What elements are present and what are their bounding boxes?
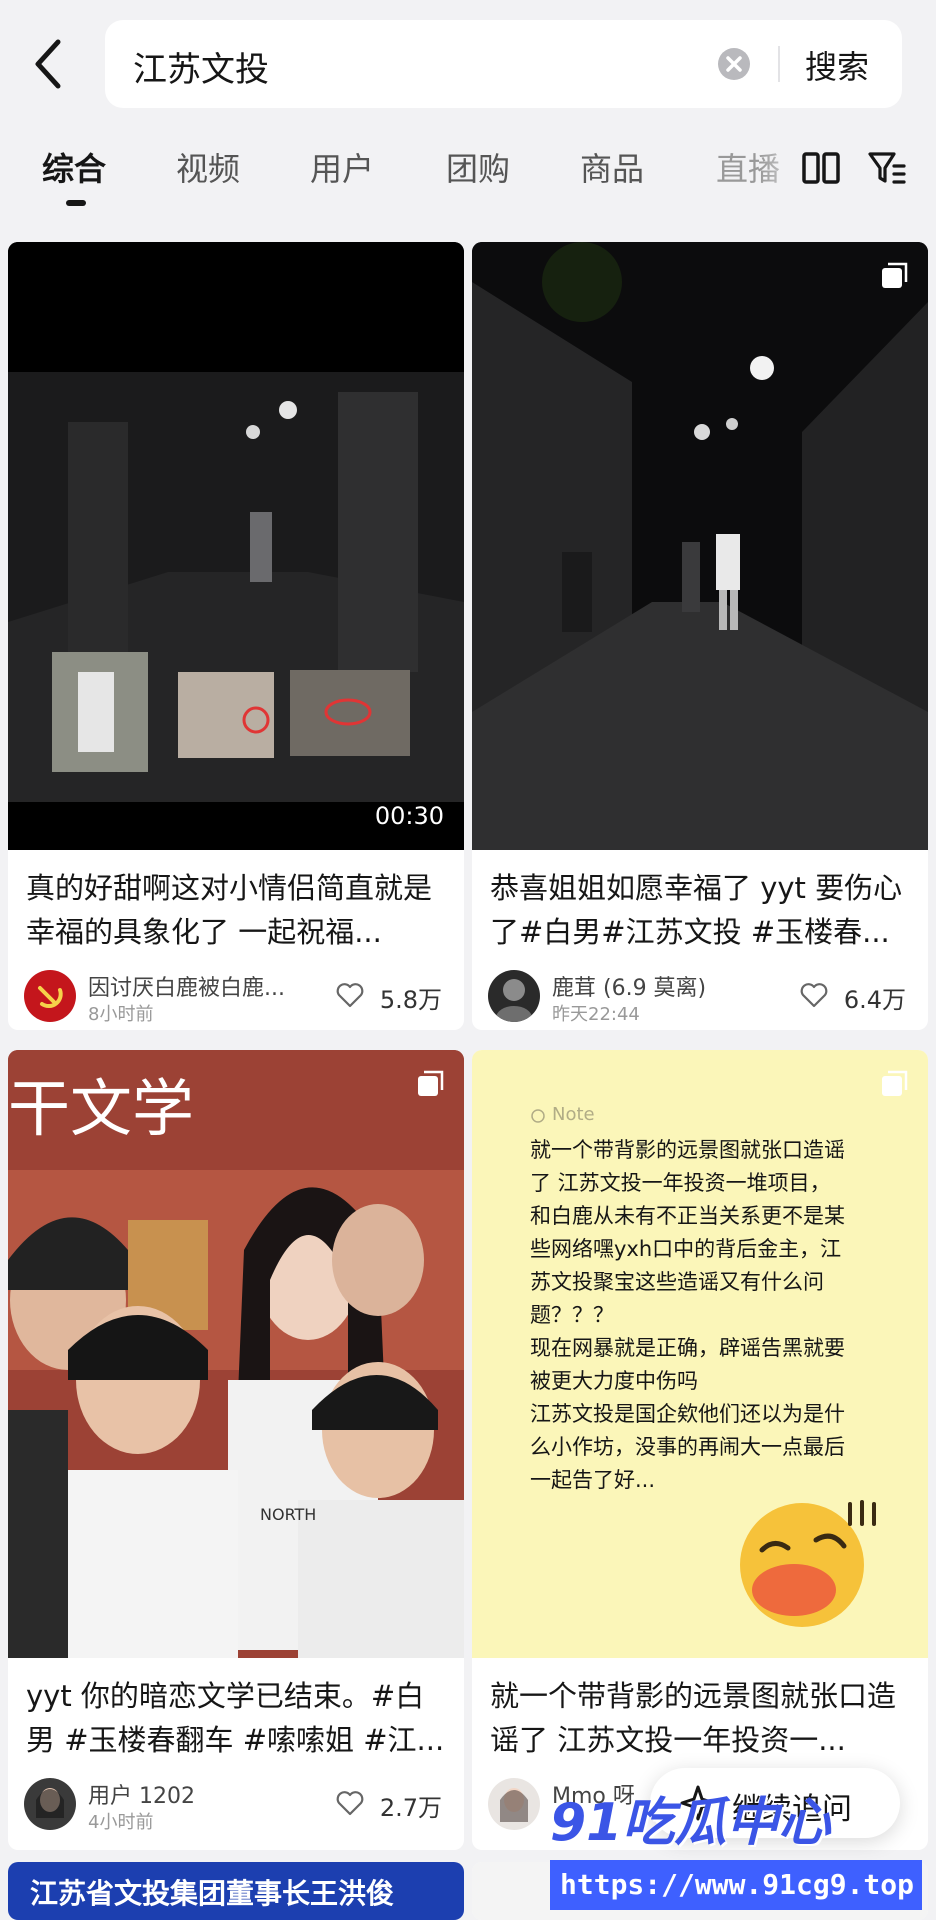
result-card[interactable]: 00:30 真的好甜啊这对小情侣简直就是幸福的具象化了 一起祝福... 因讨厌白… bbox=[8, 242, 464, 1030]
watermark-url: https://www.91cg9.top bbox=[550, 1860, 922, 1910]
like-count: 5.8万 bbox=[379, 986, 442, 1014]
active-tab-indicator bbox=[66, 200, 86, 206]
avatar-image bbox=[36, 1788, 64, 1818]
note-line: 苏文投聚宝这些造谣又有什么问 bbox=[530, 1270, 824, 1294]
note-line: 江苏文投是国企欸他们还以为是什 bbox=[530, 1402, 845, 1426]
result-card[interactable]: Note 就一个带背影的远景图就张口造谣 了 江苏文投一年投资一堆项目， 和白鹿… bbox=[472, 1050, 928, 1850]
card-caption[interactable]: yyt 你的暗恋文学已结束。#白男 #玉楼春翻车 #嗦嗦姐 #江... bbox=[26, 1674, 446, 1762]
duck-emoji-icon bbox=[740, 1500, 876, 1627]
note-body: 就一个带背影的远景图就张口造谣 了 江苏文投一年投资一堆项目， 和白鹿从未有不正… bbox=[530, 1134, 870, 1497]
note-line: 些网络嘿yxh口中的背后金主，江 bbox=[530, 1237, 842, 1261]
author-name[interactable]: 用户 1202 bbox=[88, 1778, 195, 1810]
card-caption[interactable]: 就一个带背影的远景图就张口造谣了 江苏文投一年投资一... bbox=[490, 1674, 910, 1762]
multi-image-icon bbox=[882, 1070, 908, 1096]
banner-text: 干文学 bbox=[8, 1072, 194, 1145]
night-alley-photo bbox=[472, 242, 928, 850]
avatar[interactable] bbox=[488, 1778, 540, 1830]
multi-image-icon bbox=[882, 262, 908, 288]
search-box[interactable]: 江苏文投 搜索 bbox=[105, 20, 902, 108]
back-arrow-icon[interactable] bbox=[28, 34, 72, 94]
card-meta: 用户 1202 4小时前 2.7万 bbox=[24, 1778, 448, 1834]
heart-icon[interactable] bbox=[336, 1790, 364, 1816]
filter-icon[interactable] bbox=[866, 148, 908, 188]
tab-comprehensive[interactable]: 综合 bbox=[42, 144, 106, 190]
card-caption[interactable]: 真的好甜啊这对小情侣简直就是幸福的具象化了 一起祝福... bbox=[26, 866, 446, 954]
note-line: 了 江苏文投一年投资一堆项目， bbox=[530, 1171, 831, 1195]
video-frame bbox=[8, 242, 464, 850]
post-time: 昨天22:44 bbox=[552, 1004, 640, 1025]
layout-toggle-icon[interactable] bbox=[800, 148, 842, 188]
result-card[interactable]: 江苏省文投集团董事长王洪俊 bbox=[8, 1862, 464, 1920]
note-line: 现在网暴就是正确，辟谣告黑就要 bbox=[530, 1336, 845, 1360]
note-tag: Note bbox=[552, 1104, 595, 1125]
event-photo: 干文学 NORTH bbox=[8, 1050, 464, 1658]
thumbnail-headline: 江苏省文投集团董事长王洪俊 bbox=[30, 1877, 395, 1910]
result-card[interactable]: 恭喜姐姐如愿幸福了 yyt 要伤心了#白男#江苏文投 #玉楼春... 鹿茸 (6… bbox=[472, 242, 928, 1030]
search-header: 江苏文投 搜索 bbox=[0, 0, 936, 120]
watermark-brand: 91吃瓜中心 bbox=[550, 1793, 831, 1853]
tab-group-buy[interactable]: 团购 bbox=[446, 144, 510, 190]
avatar-image bbox=[500, 1788, 528, 1822]
shirt-text: NORTH bbox=[260, 1505, 316, 1524]
search-query[interactable]: 江苏文投 bbox=[133, 42, 269, 91]
like-count: 2.7万 bbox=[379, 1794, 442, 1822]
search-divider bbox=[778, 46, 780, 82]
heart-icon[interactable] bbox=[336, 982, 364, 1008]
post-time: 4小时前 bbox=[88, 1812, 154, 1833]
heart-icon[interactable] bbox=[800, 982, 828, 1008]
tab-users[interactable]: 用户 bbox=[310, 144, 374, 190]
image-thumbnail[interactable]: 江苏省文投集团董事长王洪俊 bbox=[8, 1862, 464, 1920]
search-button[interactable]: 搜索 bbox=[805, 42, 869, 88]
avatar[interactable] bbox=[24, 970, 76, 1022]
tab-video[interactable]: 视频 bbox=[176, 144, 240, 190]
card-caption[interactable]: 恭喜姐姐如愿幸福了 yyt 要伤心了#白男#江苏文投 #玉楼春... bbox=[490, 866, 910, 954]
note-line: 被更大力度中伤吗 bbox=[530, 1369, 698, 1393]
avatar[interactable] bbox=[488, 970, 540, 1022]
author-name[interactable]: 因讨厌白鹿被白鹿... bbox=[88, 970, 285, 1002]
video-duration: 00:30 bbox=[374, 802, 444, 830]
video-thumbnail[interactable]: 00:30 bbox=[8, 242, 464, 850]
note-thumbnail[interactable]: Note 就一个带背影的远景图就张口造谣 了 江苏文投一年投资一堆项目， 和白鹿… bbox=[472, 1050, 928, 1658]
note-line: 么小作坊，没事的再闹大一点最后 bbox=[530, 1435, 845, 1459]
filter-tabs: 综合 视频 用户 团购 商品 直播 bbox=[0, 130, 936, 210]
avatar[interactable] bbox=[24, 1778, 76, 1830]
note-line: 题？？？ bbox=[530, 1303, 614, 1327]
card-meta: 鹿茸 (6.9 莫离) 昨天22:44 6.4万 bbox=[488, 970, 912, 1026]
card-meta: 因讨厌白鹿被白鹿... 8小时前 5.8万 bbox=[24, 970, 448, 1026]
note-circle-icon bbox=[531, 1109, 545, 1123]
author-name[interactable]: 鹿茸 (6.9 莫离) bbox=[552, 970, 706, 1002]
multi-image-icon bbox=[418, 1070, 444, 1096]
result-card[interactable]: 干文学 NORTH yyt 你的暗恋文学已结束。#白男 #玉楼春翻车 #嗦嗦姐 … bbox=[8, 1050, 464, 1850]
party-emblem-icon bbox=[38, 986, 63, 1008]
like-count: 6.4万 bbox=[843, 986, 906, 1014]
image-thumbnail[interactable]: 干文学 NORTH bbox=[8, 1050, 464, 1658]
clear-icon[interactable] bbox=[718, 48, 750, 80]
tab-products[interactable]: 商品 bbox=[580, 144, 644, 190]
avatar-image bbox=[496, 979, 532, 1022]
image-thumbnail[interactable] bbox=[472, 242, 928, 850]
note-line: 和白鹿从未有不正当关系更不是某 bbox=[530, 1204, 845, 1228]
post-time: 8小时前 bbox=[88, 1004, 154, 1025]
note-line: 就一个带背影的远景图就张口造谣 bbox=[530, 1138, 845, 1162]
